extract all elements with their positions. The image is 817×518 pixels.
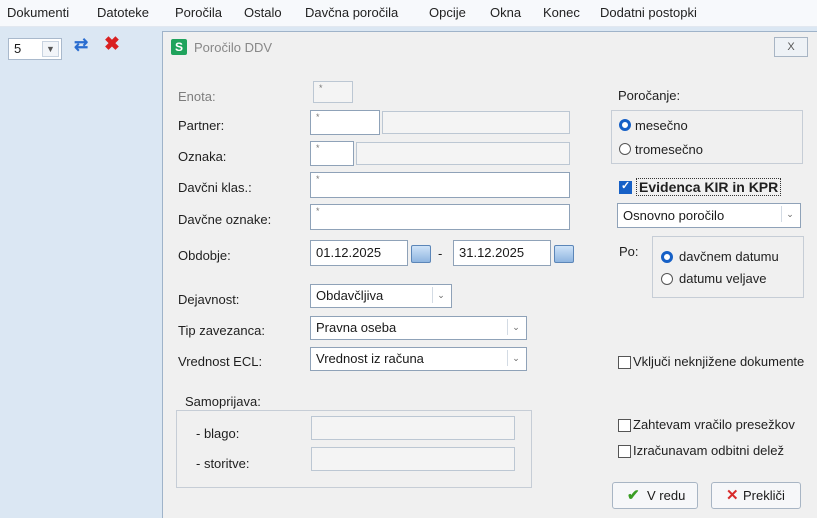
enota-field: * [313,81,353,103]
blago-label: - blago: [196,426,240,441]
vrednost-ecl-select[interactable]: Vrednost iz računa ⌄ [310,347,527,371]
vkljuci-neknjizene-checkbox[interactable] [618,356,631,369]
ok-button[interactable]: ✔ V redu [612,482,698,509]
porocilo-type-select[interactable]: Osnovno poročilo ⌄ [617,203,801,228]
calendar-icon[interactable] [411,245,431,263]
ok-button-label: V redu [647,488,686,503]
partner-label: Partner: [178,118,225,133]
record-count-value: 5 [14,41,22,56]
menu-ostalo[interactable]: Ostalo [244,5,282,20]
po-group [652,236,804,298]
davcni-klas-label: Davčni klas.: [178,180,252,195]
izracunavam-odbitni-checkbox[interactable] [618,445,631,458]
radio-davcnem-datumu[interactable] [661,251,673,263]
app-logo-icon: S [171,39,187,55]
mesecno-label: mesečno [635,118,688,133]
date-from-field[interactable]: 01.12.2025 [310,240,408,266]
obdobje-label: Obdobje: [178,248,231,263]
dejavnost-label: Dejavnost: [178,292,240,307]
radio-datumu-veljave[interactable] [661,273,673,285]
date-separator: - [438,246,443,261]
datumu-veljave-label: datumu veljave [679,271,767,286]
oznaka-label: Oznaka: [178,149,227,164]
check-icon: ✔ [627,487,640,504]
tip-zavezanca-select[interactable]: Pravna oseba ⌄ [310,316,527,340]
evidenca-label: Evidenca KIR in KPR [636,178,782,196]
izracunavam-odbitni-label: Izračunavam odbitni delež [633,443,785,458]
oznaka-code-field[interactable]: * [310,141,354,166]
chevron-down-icon[interactable]: ⌄ [781,206,798,222]
dialog-titlebar: S Poročilo DDV X [163,32,817,62]
davcni-klas-field[interactable]: * [310,172,570,198]
porocanje-label: Poročanje: [618,88,681,103]
close-icon: ✕ [726,487,739,504]
tromesecno-label: tromesečno [635,142,703,157]
close-icon: X [787,41,795,53]
menu-okna[interactable]: Okna [490,5,521,20]
vrednost-ecl-label: Vrednost ECL: [178,354,263,369]
davcne-oznake-label: Davčne oznake: [178,212,272,227]
cancel-button[interactable]: ✕ Prekliči [711,482,801,509]
dejavnost-select[interactable]: Obdavčljiva ⌄ [310,284,452,308]
chevron-down-icon[interactable]: ⌄ [507,319,524,335]
record-count-combo[interactable]: 5 ▼ [8,38,62,60]
tip-zavezanca-label: Tip zavezanca: [178,323,265,338]
ddv-report-dialog: S Poročilo DDV X Enota: * Partner: * Ozn… [162,31,817,518]
partner-code-field[interactable]: * [310,110,380,135]
chevron-down-icon[interactable]: ▼ [42,41,59,57]
po-label: Po: [619,244,639,259]
menu-konec[interactable]: Konec [543,5,580,20]
menu-porocila[interactable]: Poročila [175,5,222,20]
enota-label: Enota: [178,89,216,104]
radio-tromesecno[interactable] [619,143,631,155]
date-to-field[interactable]: 31.12.2025 [453,240,551,266]
radio-mesecno[interactable] [619,119,631,131]
menu-datoteke[interactable]: Datoteke [97,5,149,20]
storitve-field [311,447,515,471]
partner-name-field [382,111,570,134]
calendar-icon[interactable] [554,245,574,263]
samoprijava-label: Samoprijava: [185,394,261,409]
refresh-icon[interactable]: ⇄ [74,35,92,55]
menu-davcna-porocila[interactable]: Davčna poročila [305,5,398,20]
chevron-down-icon[interactable]: ⌄ [432,287,449,303]
zahtevam-vracilo-checkbox[interactable] [618,419,631,432]
chevron-down-icon[interactable]: ⌄ [507,350,524,366]
zahtevam-vracilo-label: Zahtevam vračilo presežkov [633,417,795,432]
oznaka-name-field [356,142,570,165]
close-button[interactable]: X [774,37,808,57]
evidenca-checkbox[interactable] [619,179,632,194]
menu-opcije[interactable]: Opcije [429,5,466,20]
menu-bar: Dokumenti Datoteke Poročila Ostalo Davčn… [0,0,817,27]
storitve-label: - storitve: [196,456,250,471]
menu-dodatni-postopki[interactable]: Dodatni postopki [600,5,697,20]
cancel-button-label: Prekliči [743,488,785,503]
red-x-icon[interactable]: ✖ [104,33,124,55]
davcnem-datumu-label: davčnem datumu [679,249,779,264]
davcne-oznake-field[interactable]: * [310,204,570,230]
dialog-title: Poročilo DDV [194,40,273,55]
blago-field [311,416,515,440]
vkljuci-neknjizene-label: Vključi neknjižene dokumente [633,354,805,369]
menu-dokumenti[interactable]: Dokumenti [7,5,69,20]
